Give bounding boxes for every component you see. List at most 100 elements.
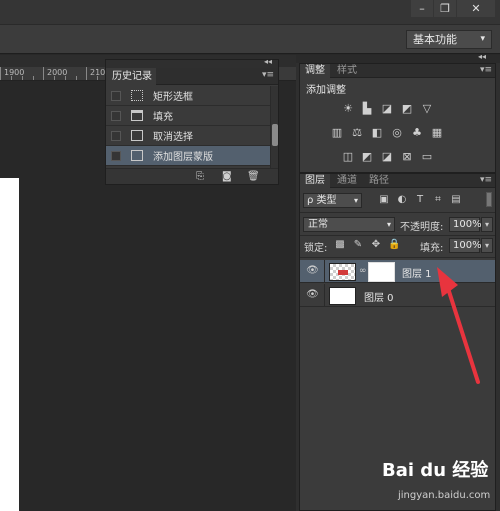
history-item-selected[interactable]: 添加图层蒙版 [106, 146, 270, 166]
tab-adjustments[interactable]: 调整 [300, 64, 330, 78]
minimize-button[interactable]: – [411, 0, 433, 17]
gradient-map-icon[interactable]: ▭ [420, 150, 434, 163]
tab-layers[interactable]: 图层 [300, 174, 330, 188]
adjustments-tab-row: 调整 样式 ▾≡ [300, 64, 495, 78]
eye-icon[interactable]: 👁 [306, 289, 319, 301]
filter-toggle[interactable] [486, 192, 492, 207]
lock-all-icon[interactable]: 🔒 [388, 239, 400, 251]
layer-name[interactable]: 图层 1 [402, 265, 432, 280]
chevron-down-icon: ▾ [480, 34, 485, 44]
hue-saturation-icon[interactable]: ▥ [330, 126, 344, 139]
scrollbar-thumb[interactable] [272, 124, 278, 146]
history-item[interactable]: 填充 [106, 106, 270, 126]
history-tab-row: 历史记录 ▾≡ [106, 68, 278, 85]
history-item-label: 矩形选框 [153, 92, 193, 103]
layer-thumbnail[interactable] [329, 263, 356, 281]
panel-menu-icon[interactable]: ▾≡ [480, 65, 492, 75]
collapse-icon[interactable]: ◂◂ [478, 52, 486, 61]
history-panel-header[interactable]: ◂◂ [106, 57, 278, 68]
channel-mixer-icon[interactable]: ♣ [410, 126, 424, 139]
collapse-icon[interactable]: ◂◂ [264, 57, 272, 66]
link-icon[interactable]: ∞ [359, 266, 367, 276]
layers-tab-row: 图层 通道 路径 ▾≡ [300, 174, 495, 188]
restore-button[interactable]: ❐ [434, 0, 456, 17]
layer-content-preview [338, 270, 348, 275]
history-item[interactable]: 取消选择 [106, 126, 270, 146]
camera-icon[interactable]: ◙ [222, 171, 232, 182]
watermark-url: jingyan.baidu.com [398, 490, 491, 501]
fill-label: 填充: [420, 243, 444, 254]
layer-row-selected[interactable]: 👁 ∞ 图层 1 [300, 260, 495, 283]
posterize-icon[interactable]: ◩ [360, 150, 374, 163]
fill-input[interactable]: 100% [449, 238, 482, 253]
adjustments-panel: 调整 样式 ▾≡ 添加调整 ☀ ▙ ◪ ◩ ▽ ▥ ⚖ ◧ ◎ ♣ ▦ ◫ ◩ … [299, 63, 496, 173]
marquee-icon [131, 90, 143, 101]
panel-menu-icon[interactable]: ▾≡ [480, 175, 492, 185]
black-white-icon[interactable]: ◧ [370, 126, 384, 139]
tab-history[interactable]: 历史记录 [106, 68, 156, 85]
panel-menu-icon[interactable]: ▾≡ [262, 70, 274, 80]
layer-filter-label: ρ 类型 [307, 195, 337, 206]
eye-icon[interactable]: 👁 [306, 265, 319, 277]
blend-mode-label: 正常 [308, 219, 328, 230]
history-item-label: 添加图层蒙版 [153, 152, 213, 163]
brightness-icon[interactable]: ☀ [341, 102, 355, 115]
chevron-down-icon: ▾ [386, 220, 391, 229]
history-footer: ⎘ ◙ 🗑 [106, 168, 278, 184]
layer-mask-thumbnail[interactable] [368, 262, 395, 282]
smart-object-filter-icon[interactable]: ▤ [450, 194, 462, 206]
levels-icon[interactable]: ▙ [360, 102, 374, 115]
lock-transparency-icon[interactable]: ▩ [334, 239, 346, 251]
chevron-down-icon: ▾ [353, 196, 358, 205]
document-canvas[interactable] [0, 178, 19, 511]
history-panel: ◂◂ 历史记录 ▾≡ 矩形选框 填充 取消选择 添加图层蒙版 ⎘ ◙ 🗑 [105, 57, 279, 185]
fill-slider-button[interactable]: ▾ [481, 238, 493, 253]
lock-position-icon[interactable]: ✥ [370, 239, 382, 251]
exposure-icon[interactable]: ◩ [400, 102, 414, 115]
new-document-from-state-icon[interactable]: ⎘ [196, 171, 204, 182]
history-item[interactable]: 矩形选框 [106, 86, 270, 106]
doc-icon [131, 130, 143, 141]
adjustments-title: 添加调整 [306, 85, 346, 96]
snapshot-source-checkbox[interactable] [111, 150, 121, 161]
workspace-select[interactable]: 基本功能 ▾ [406, 30, 492, 49]
right-panel-dock: ◂◂ 调整 样式 ▾≡ 添加调整 ☀ ▙ ◪ ◩ ▽ ▥ ⚖ ◧ ◎ ♣ ▦ ◫… [296, 52, 500, 511]
layer-row[interactable]: 👁 图层 0 [300, 284, 495, 307]
invert-icon[interactable]: ◫ [341, 150, 355, 163]
curves-icon[interactable]: ◪ [380, 102, 394, 115]
opacity-input[interactable]: 100% [449, 217, 482, 232]
close-button[interactable]: ✕ [457, 0, 495, 17]
options-bar: 基本功能 ▾ [0, 24, 500, 54]
history-scrollbar[interactable] [270, 86, 278, 168]
photo-filter-icon[interactable]: ◎ [390, 126, 404, 139]
threshold-icon[interactable]: ◪ [380, 150, 394, 163]
layer-filter-select[interactable]: ρ 类型 ▾ [303, 193, 362, 208]
shape-filter-icon[interactable]: ⌗ [432, 194, 444, 206]
pixel-filter-icon[interactable]: ▣ [378, 194, 390, 206]
snapshot-source-checkbox[interactable] [111, 130, 121, 141]
watermark-logo: Bai du 经验 [382, 460, 489, 481]
dock-header[interactable]: ◂◂ [296, 52, 500, 63]
type-filter-icon[interactable]: T [414, 194, 426, 206]
title-bar: – ❐ ✕ [0, 0, 500, 24]
selective-color-icon[interactable]: ⊠ [400, 150, 414, 163]
lock-pixels-icon[interactable]: ✎ [352, 239, 364, 251]
vibrance-icon[interactable]: ▽ [420, 102, 434, 115]
history-item-label: 取消选择 [153, 132, 193, 143]
opacity-slider-button[interactable]: ▾ [481, 217, 493, 232]
history-item-label: 填充 [153, 112, 173, 123]
blend-mode-select[interactable]: 正常 ▾ [303, 217, 395, 232]
adjustment-filter-icon[interactable]: ◐ [396, 194, 408, 206]
tab-paths[interactable]: 路径 [364, 174, 394, 188]
trash-icon[interactable]: 🗑 [247, 171, 260, 182]
layer-thumbnail[interactable] [329, 287, 356, 305]
color-balance-icon[interactable]: ⚖ [350, 126, 364, 139]
doc-icon [131, 150, 143, 161]
tab-styles[interactable]: 样式 [332, 64, 362, 78]
color-lookup-icon[interactable]: ▦ [430, 126, 444, 139]
tab-channels[interactable]: 通道 [332, 174, 362, 188]
layer-name[interactable]: 图层 0 [364, 289, 394, 304]
snapshot-source-checkbox[interactable] [111, 90, 121, 101]
snapshot-source-checkbox[interactable] [111, 110, 121, 121]
fill-icon [131, 110, 143, 121]
